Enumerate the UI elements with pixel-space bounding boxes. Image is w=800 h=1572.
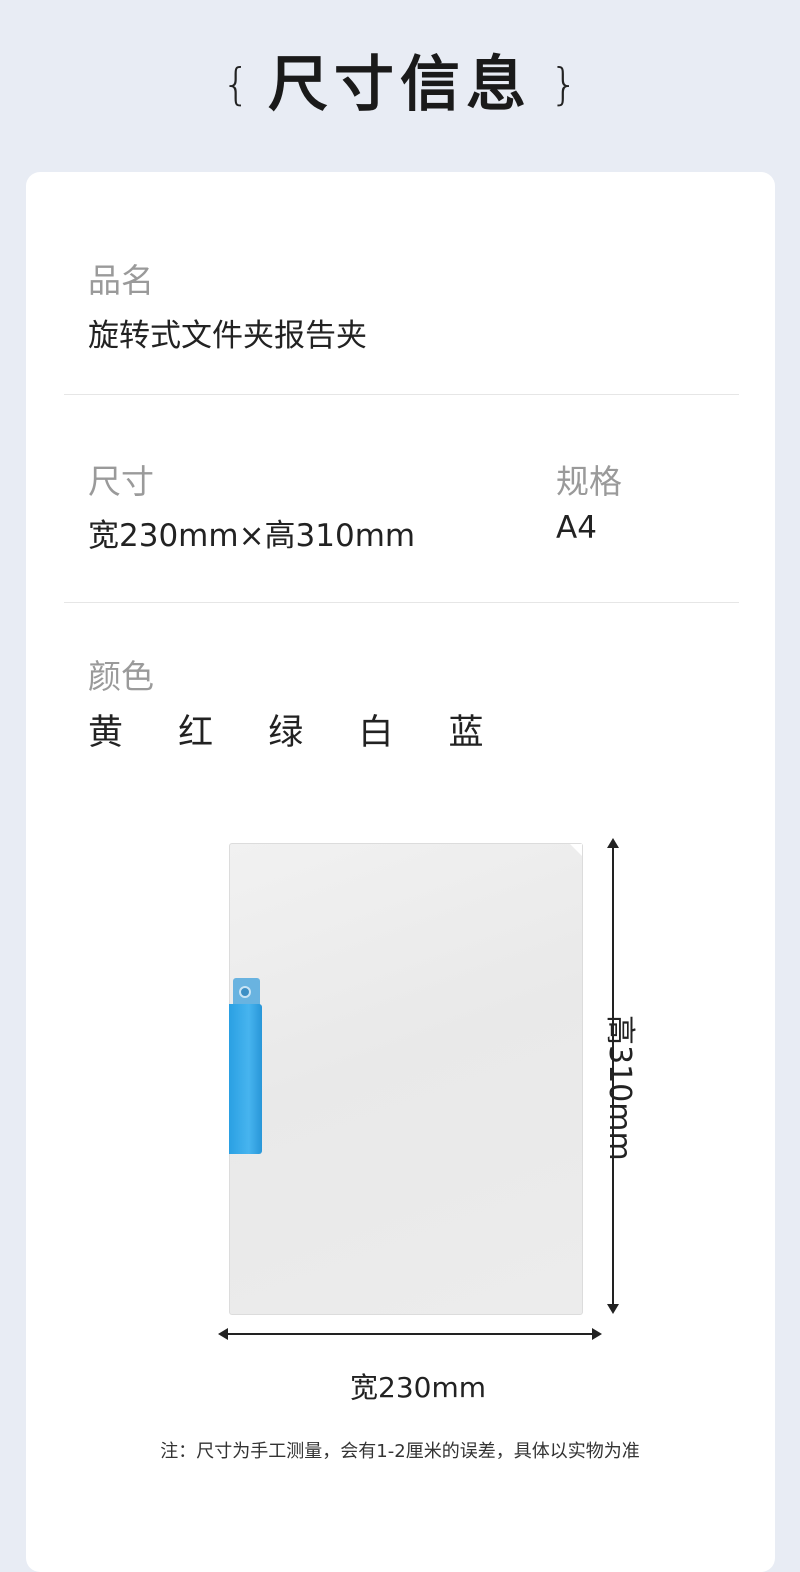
color-options: 黄 红 绿 白 蓝	[88, 713, 506, 753]
arrow-down-icon	[607, 1304, 619, 1314]
size-value: 宽230mm×高310mm	[88, 518, 416, 554]
color-label: 颜色	[88, 657, 154, 696]
arrow-right-icon	[592, 1328, 602, 1340]
measurement-note: 注：尺寸为手工测量，会有1-2厘米的误差，具体以实物为准	[160, 1441, 640, 1462]
product-name-value: 旋转式文件夹报告夹	[88, 318, 367, 354]
width-dimension-label: 宽230mm	[350, 1371, 486, 1404]
divider-1	[64, 394, 739, 395]
folder-corner	[570, 844, 582, 856]
spec-value: A4	[556, 510, 597, 546]
page-title: 尺寸信息	[268, 50, 532, 120]
height-dimension-label: 高310mm	[602, 1015, 637, 1161]
product-name-label: 品名	[88, 261, 154, 300]
brace-left: {	[222, 59, 250, 110]
page-header: { 尺寸信息 }	[0, 0, 800, 170]
swing-clip	[229, 1004, 262, 1154]
width-dimension-line	[226, 1333, 594, 1335]
brace-right: }	[550, 59, 578, 110]
divider-2	[64, 602, 739, 603]
arrow-left-icon	[218, 1328, 228, 1340]
size-label: 尺寸	[88, 462, 154, 501]
arrow-up-icon	[607, 838, 619, 848]
clip-rivet	[239, 986, 251, 998]
folder-image	[229, 843, 583, 1315]
spec-label: 规格	[556, 462, 622, 501]
